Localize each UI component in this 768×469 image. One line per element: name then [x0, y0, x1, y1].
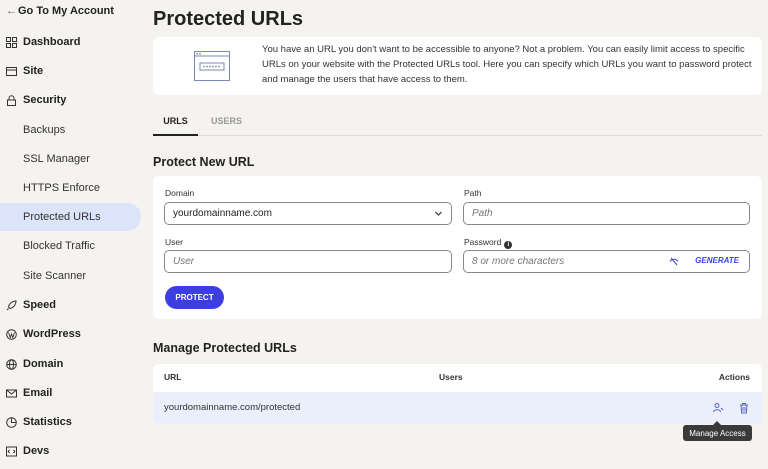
protect-new-url-heading: Protect New URL	[153, 155, 255, 169]
password-label: Password	[464, 237, 502, 247]
sidebar-item-label: Devs	[23, 445, 50, 457]
manage-protected-urls-heading: Manage Protected URLs	[153, 341, 297, 355]
sidebar-item-label: Site Scanner	[23, 270, 86, 282]
table-row: yourdomainname.com/protected	[153, 392, 762, 424]
chart-icon	[6, 416, 23, 428]
protect-button[interactable]: PROTECT	[165, 286, 224, 309]
user-label: User	[165, 237, 183, 247]
user-placeholder: User	[173, 256, 195, 267]
tab-bar: URLS USERS	[153, 108, 762, 136]
page-title: Protected URLs	[153, 8, 304, 30]
wordpress-icon	[6, 328, 23, 340]
domain-select-value: yourdomainname.com	[173, 208, 272, 219]
domain-select[interactable]: yourdomainname.com	[164, 202, 452, 225]
tab-urls[interactable]: URLS	[153, 108, 198, 136]
sidebar-item-statistics[interactable]: Statistics	[0, 408, 141, 436]
domain-label: Domain	[165, 188, 195, 198]
sidebar-item-label: Domain	[23, 358, 64, 370]
protect-url-form: Domain yourdomainname.com Path Path User…	[153, 176, 762, 319]
sidebar-item-label: Dashboard	[23, 36, 81, 48]
sidebar-item-security[interactable]: Security	[0, 86, 141, 114]
site-icon	[6, 66, 23, 77]
column-header-users: Users	[439, 372, 463, 382]
sidebar-item-email[interactable]: Email	[0, 379, 141, 407]
manage-access-tooltip: Manage Access	[683, 421, 752, 441]
sidebar-item-label: Blocked Traffic	[23, 240, 95, 252]
chevron-down-icon	[434, 209, 443, 221]
sidebar-item-blocked-traffic[interactable]: Blocked Traffic	[0, 232, 141, 260]
path-label: Path	[464, 188, 482, 198]
user-input[interactable]: User	[164, 250, 452, 273]
browser-password-illustration	[194, 51, 230, 86]
generate-password-button[interactable]: GENERATE	[695, 256, 739, 265]
dashboard-icon	[6, 36, 23, 48]
column-header-actions: Actions	[718, 372, 750, 382]
protected-urls-table: URL Users Actions yourdomainname.com/pro…	[153, 364, 762, 424]
password-label-group: Password i	[464, 237, 513, 249]
sidebar-item-ssl-manager[interactable]: SSL Manager	[0, 145, 141, 173]
sidebar: ← Go To My Account Dashboard Site Securi…	[0, 0, 146, 469]
password-placeholder: 8 or more characters	[472, 256, 565, 267]
sidebar-item-label: Email	[23, 387, 53, 399]
sidebar-item-label: Protected URLs	[23, 211, 101, 223]
path-input[interactable]: Path	[463, 202, 750, 225]
sidebar-item-dashboard[interactable]: Dashboard	[0, 28, 141, 56]
arrow-left-icon: ←	[6, 5, 17, 17]
intro-card: You have an URL you don't want to be acc…	[153, 37, 762, 95]
sidebar-item-label: Security	[23, 94, 67, 106]
sidebar-item-site-scanner[interactable]: Site Scanner	[0, 262, 141, 290]
sidebar-item-backups[interactable]: Backups	[0, 116, 141, 144]
path-placeholder: Path	[472, 208, 493, 219]
eye-off-icon[interactable]	[669, 257, 679, 269]
globe-icon	[6, 358, 23, 370]
go-to-my-account-link[interactable]: ← Go To My Account	[6, 3, 114, 19]
code-icon	[6, 446, 23, 457]
sidebar-item-label: Speed	[23, 299, 57, 311]
sidebar-item-wordpress[interactable]: WordPress	[0, 320, 141, 348]
sidebar-item-label: Statistics	[23, 416, 72, 428]
sidebar-item-label: Site	[23, 65, 44, 77]
go-to-my-account-label: Go To My Account	[18, 5, 114, 17]
manage-access-icon[interactable]	[712, 401, 724, 419]
row-url: yourdomainname.com/protected	[164, 402, 301, 413]
sidebar-item-label: Backups	[23, 124, 66, 136]
sidebar-item-protected-urls[interactable]: Protected URLs	[0, 203, 141, 231]
sidebar-item-label: WordPress	[23, 328, 81, 340]
tab-users[interactable]: USERS	[211, 108, 242, 136]
mail-icon	[6, 388, 23, 399]
sidebar-item-site[interactable]: Site	[0, 57, 141, 85]
sidebar-item-https-enforce[interactable]: HTTPS Enforce	[0, 174, 141, 202]
sidebar-item-domain[interactable]: Domain	[0, 350, 141, 378]
intro-text: You have an URL you don't want to be acc…	[262, 44, 752, 85]
delete-icon[interactable]	[739, 401, 749, 419]
sidebar-item-speed[interactable]: Speed	[0, 291, 141, 319]
rocket-icon	[6, 299, 23, 311]
sidebar-item-devs[interactable]: Devs	[0, 437, 141, 465]
password-input[interactable]: 8 or more characters GENERATE	[463, 250, 750, 273]
column-header-url: URL	[164, 372, 182, 382]
info-icon[interactable]: i	[504, 241, 513, 249]
lock-icon	[6, 94, 23, 106]
sidebar-item-label: SSL Manager	[23, 153, 90, 165]
sidebar-item-label: HTTPS Enforce	[23, 182, 101, 194]
